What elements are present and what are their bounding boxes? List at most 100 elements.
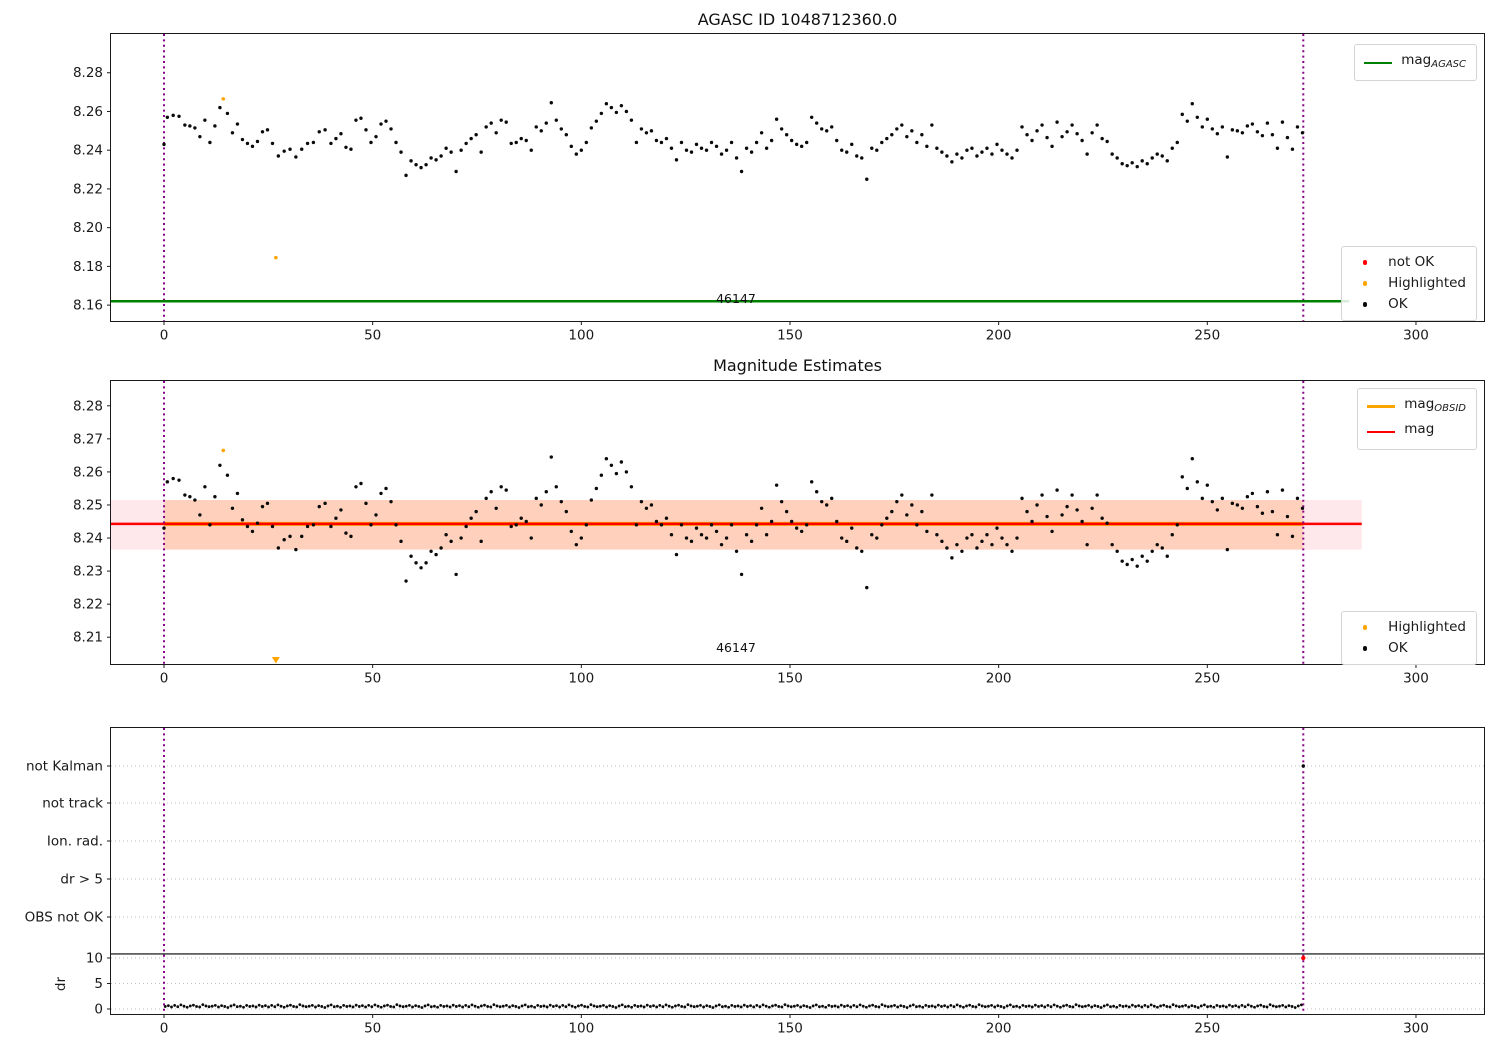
ok-point xyxy=(569,144,574,149)
ok-point xyxy=(245,141,250,146)
x-tick-label: 250 xyxy=(1194,671,1220,687)
flag-point xyxy=(1301,764,1305,768)
ok-point xyxy=(317,504,321,509)
dr-point xyxy=(980,1004,984,1008)
ok-point xyxy=(1010,549,1014,553)
dr-point xyxy=(749,1004,752,1008)
ok-point xyxy=(599,111,604,116)
ok-point xyxy=(980,539,984,544)
dr-point xyxy=(317,1004,321,1008)
ok-point xyxy=(188,495,192,499)
dr-point xyxy=(1071,1005,1075,1009)
dr-point xyxy=(658,1004,662,1007)
ok-point xyxy=(434,552,438,557)
dr-point xyxy=(905,1006,909,1009)
ok-point xyxy=(188,124,192,128)
ok-point xyxy=(449,150,453,154)
dr-point xyxy=(946,1005,950,1009)
x-tick-label: 100 xyxy=(568,671,594,687)
dr-point xyxy=(1030,1005,1034,1009)
dr-point xyxy=(173,1004,177,1007)
dr-point xyxy=(1290,1005,1294,1008)
dr-point xyxy=(395,1003,399,1007)
dr-point xyxy=(805,1005,809,1008)
dr-point xyxy=(1209,1004,1213,1008)
ok-point xyxy=(804,140,809,145)
dr-point xyxy=(1199,1004,1203,1008)
dr-point xyxy=(533,1005,536,1009)
dr-point xyxy=(1193,1005,1197,1008)
dr-point xyxy=(683,1005,687,1009)
dr-point xyxy=(730,1004,734,1007)
dr-point xyxy=(958,1004,962,1008)
ok-point xyxy=(900,493,904,497)
ok-point xyxy=(609,105,614,110)
ok-point xyxy=(305,524,310,529)
dr-point xyxy=(592,1004,596,1008)
ok-point xyxy=(474,133,478,137)
dr-point xyxy=(1243,1005,1247,1009)
dr-point xyxy=(902,1005,906,1008)
dr-point xyxy=(1262,1005,1266,1008)
legend-label: Highlighted xyxy=(1388,275,1466,291)
ok-point xyxy=(1160,154,1164,158)
y-tick-label: 8.27 xyxy=(73,431,103,447)
ok-point xyxy=(905,134,909,139)
ok-point xyxy=(524,138,528,143)
ok-point xyxy=(294,547,298,552)
dr-point xyxy=(1055,1004,1059,1008)
dr-point xyxy=(586,1005,590,1009)
ok-point xyxy=(1280,120,1285,124)
ok-point xyxy=(439,546,443,550)
ok-point xyxy=(880,523,884,527)
ok-point xyxy=(729,140,734,145)
agasc-magnitude-plot: 0 50 100 150 200 250 300 8.16 8.18 8.20 8.22 8.24 8.… xyxy=(73,33,1485,344)
ok-point xyxy=(1030,138,1034,143)
ok-point xyxy=(1095,123,1099,127)
ok-point xyxy=(1275,146,1280,150)
dr-point xyxy=(711,1006,715,1009)
dr-point xyxy=(345,1005,349,1008)
dr-point xyxy=(467,1005,471,1009)
ok-point xyxy=(975,154,979,158)
y-tick-label: 8.28 xyxy=(73,65,103,81)
dr-point xyxy=(217,1005,220,1009)
ok-point xyxy=(449,539,453,544)
dr-point xyxy=(977,1003,981,1007)
ok-point xyxy=(809,480,814,484)
dr-point xyxy=(933,1005,937,1009)
category-tick-label: not track xyxy=(42,796,103,812)
ok-point xyxy=(1145,559,1149,563)
ok-point xyxy=(294,155,298,159)
dr-point xyxy=(379,1005,383,1009)
dr-tick-label: 10 xyxy=(86,951,103,967)
ok-point xyxy=(584,140,589,145)
dr-point xyxy=(1087,1004,1090,1007)
ok-point xyxy=(1115,549,1119,553)
ok-point xyxy=(865,585,869,590)
dr-point xyxy=(871,1003,875,1007)
ok-point xyxy=(905,513,909,517)
y-tick-label: 8.26 xyxy=(73,104,103,120)
ok-point xyxy=(339,132,343,136)
flags-plot-canvas: not Kalman not track Ion. rad. dr > 5 OBS no… xyxy=(25,728,1484,1037)
ok-point xyxy=(1010,156,1014,160)
ok-point xyxy=(444,146,448,150)
ok-point xyxy=(850,142,854,147)
ok-point xyxy=(213,495,217,499)
dr-point xyxy=(824,1005,828,1009)
ok-point xyxy=(183,123,187,127)
dr-point xyxy=(1059,1005,1062,1009)
dr-point xyxy=(392,1005,396,1009)
dr-point xyxy=(708,1005,712,1008)
dr-point xyxy=(1024,1005,1028,1008)
ok-point xyxy=(203,485,207,489)
ok-point xyxy=(769,138,774,143)
dr-point xyxy=(1271,1004,1275,1008)
ok-point xyxy=(724,148,729,152)
dr-point xyxy=(843,1005,846,1008)
ok-point xyxy=(1120,162,1124,166)
ok-point xyxy=(554,485,558,489)
ok-point xyxy=(840,536,844,540)
ok-point xyxy=(218,463,222,468)
